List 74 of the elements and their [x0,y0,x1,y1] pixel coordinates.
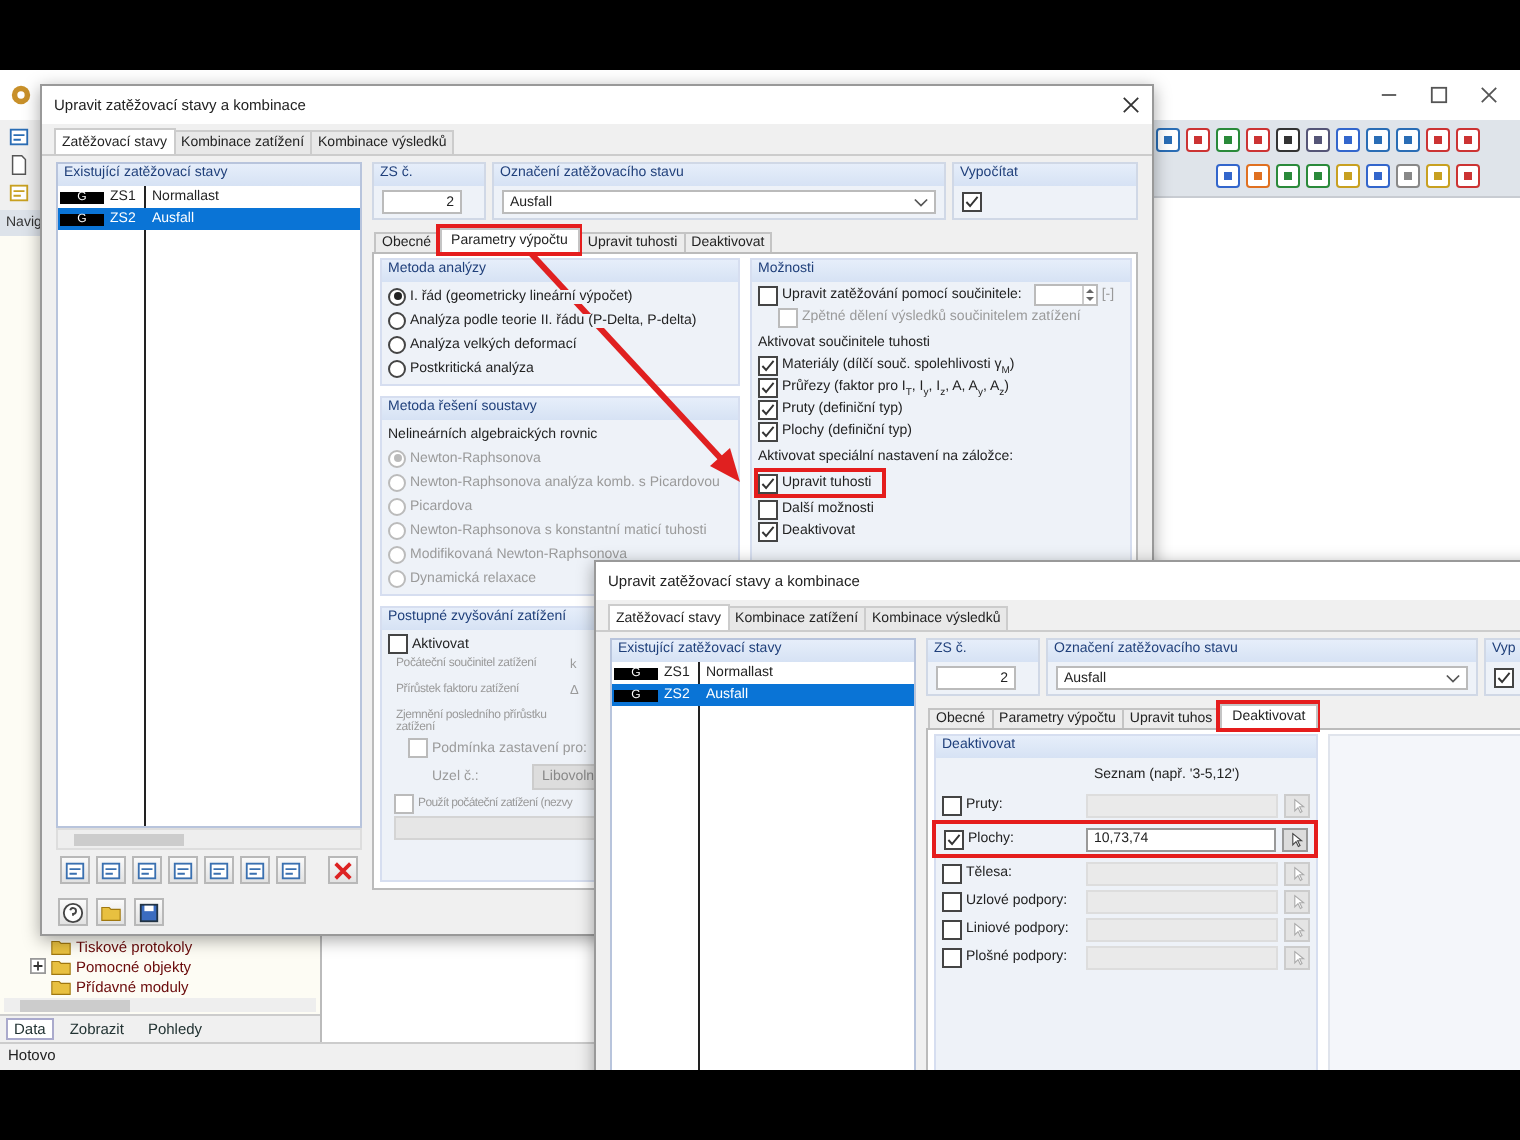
help-button[interactable] [58,898,88,926]
tool-icon [8,182,30,204]
tool-icon[interactable] [1336,128,1360,152]
pointer-icon [1289,797,1306,813]
tool-icon [208,859,230,881]
tool-icon [100,859,122,881]
checkbox[interactable] [942,863,962,883]
save-button[interactable] [134,898,164,926]
checkbox[interactable] [388,634,408,654]
input-field[interactable] [1085,793,1279,817]
checkbox[interactable] [758,473,778,493]
checkbox[interactable] [944,829,964,849]
checkbox[interactable] [758,421,778,441]
chevron-icon [1446,673,1460,683]
checkbox[interactable] [1494,668,1514,688]
spinner-field[interactable] [1033,284,1098,306]
close-icon[interactable] [1480,86,1498,104]
input-field[interactable] [1085,945,1279,969]
radio-button[interactable] [388,311,406,329]
app-logo-icon [10,84,32,106]
checkbox[interactable] [758,377,778,397]
checkbox[interactable] [758,399,778,419]
close-icon[interactable] [1122,96,1140,114]
checkbox[interactable] [942,919,962,939]
tool-icon[interactable] [1276,128,1300,152]
tool-button[interactable] [240,856,270,884]
folder-icon [50,955,72,977]
pointer-icon [1287,831,1304,847]
tool-button[interactable] [276,856,306,884]
tool-icon [136,859,158,881]
save-icon [138,901,160,923]
delete-button[interactable] [328,856,358,884]
checkbox[interactable] [758,521,778,541]
maximize-icon[interactable] [1430,86,1448,104]
checkbox[interactable] [758,499,778,519]
tool-button[interactable] [96,856,126,884]
tool-icon[interactable] [1216,164,1240,188]
radio-button[interactable] [388,335,406,353]
spinner-arrows-icon[interactable] [1081,286,1096,304]
checkbox[interactable] [942,947,962,967]
scrollbar[interactable] [56,828,362,850]
expand-icon[interactable] [30,958,46,974]
input-field[interactable] [1085,889,1279,913]
checkbox[interactable] [758,285,778,305]
tool-icon[interactable] [1156,128,1180,152]
checkbox[interactable] [942,795,962,815]
scrollbar[interactable] [4,998,316,1012]
tool-icon [64,859,86,881]
tool-icon[interactable] [1366,164,1390,188]
input-field[interactable] [1085,861,1279,885]
radio-button[interactable] [388,287,406,305]
checkbox[interactable] [408,738,428,758]
tool-icon [8,126,30,148]
document-icon [8,154,30,176]
pick-button[interactable] [1282,827,1308,851]
tool-button[interactable] [60,856,90,884]
delete-icon [332,859,354,881]
radio-button[interactable] [388,359,406,377]
tool-button[interactable] [132,856,162,884]
tool-button[interactable] [204,856,234,884]
input-field[interactable] [1085,917,1279,941]
tool-icon[interactable] [1306,128,1330,152]
tool-icon [280,859,302,881]
tool-icon [172,859,194,881]
folder-icon [100,901,122,923]
tool-button[interactable] [168,856,198,884]
checkbox[interactable] [758,355,778,375]
checkbox[interactable] [962,192,982,212]
checkbox[interactable] [394,794,414,814]
checkbox[interactable] [942,891,962,911]
tool-icon [244,859,266,881]
open-button[interactable] [96,898,126,926]
chevron-icon [914,197,928,207]
help-icon [62,901,84,923]
